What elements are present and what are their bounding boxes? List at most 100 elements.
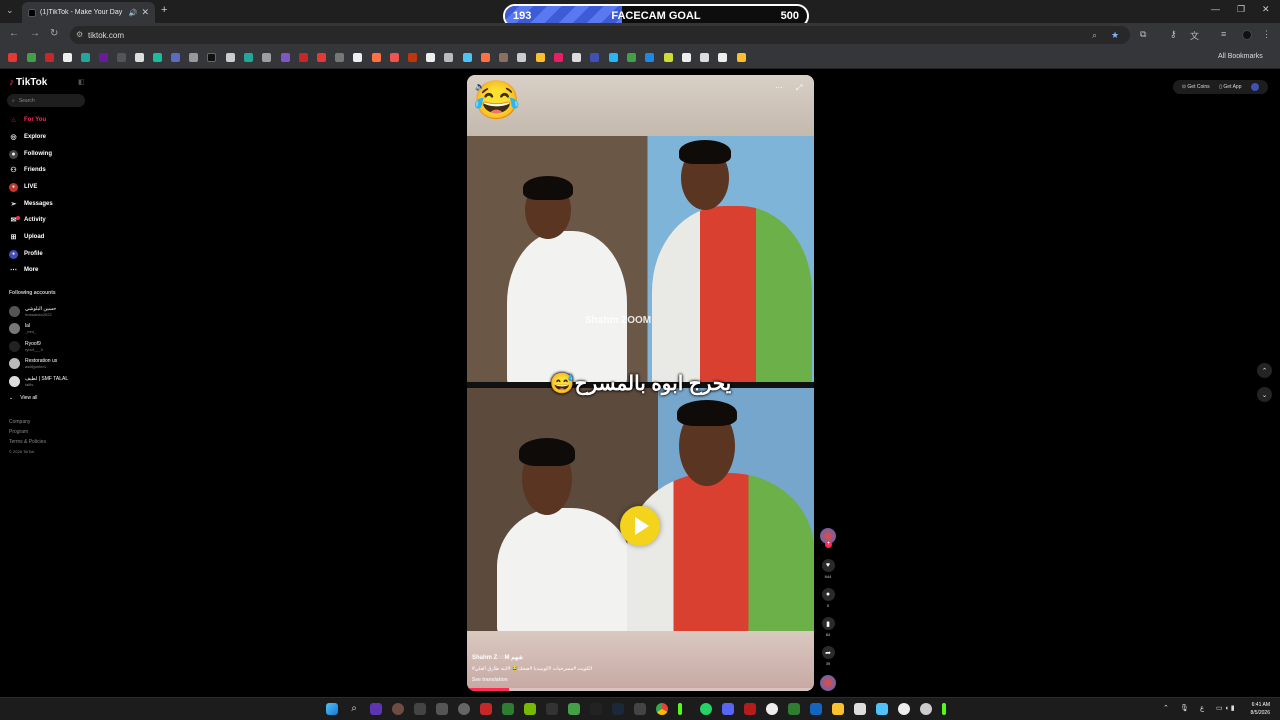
windows-start-icon[interactable] bbox=[326, 703, 338, 715]
bookmark-icon-13[interactable] bbox=[226, 53, 235, 62]
bookmark-icon-26[interactable] bbox=[463, 53, 472, 62]
bookmark-netflix-icon[interactable] bbox=[45, 53, 54, 62]
bookmark-icon-34[interactable] bbox=[609, 53, 618, 62]
bookmark-icon-7[interactable] bbox=[117, 53, 126, 62]
video-author[interactable]: Shahm Z◌◌M شهم bbox=[472, 654, 523, 661]
chrome-menu-icon[interactable]: ⋮ bbox=[1262, 29, 1271, 40]
search-input[interactable]: ⌕ Search bbox=[7, 94, 85, 107]
following-account[interactable]: lal _mnl_ bbox=[9, 321, 36, 335]
network-volume-battery-icon[interactable]: ▭ ◖ ▮ bbox=[1216, 704, 1235, 712]
following-account[interactable]: Restoration us asdfgunter1 bbox=[9, 356, 57, 370]
taskbar-app-icon[interactable] bbox=[876, 703, 888, 715]
following-account[interactable]: Ryoof9 ryoof___9 bbox=[9, 339, 43, 353]
reload-icon[interactable]: ↻ bbox=[50, 28, 58, 39]
xbox-icon[interactable] bbox=[568, 703, 580, 715]
bookmark-icon-18[interactable] bbox=[317, 53, 326, 62]
nav-upload[interactable]: ⊞ Upload bbox=[9, 231, 45, 243]
taskbar-app-icon[interactable] bbox=[898, 703, 910, 715]
steam-icon[interactable] bbox=[612, 703, 624, 715]
nav-more[interactable]: ⋯ More bbox=[9, 264, 38, 276]
view-all-link[interactable]: ⌄ View all bbox=[9, 395, 37, 401]
tray-chevron-up-icon[interactable]: ⌃ bbox=[1163, 704, 1169, 712]
kick-icon[interactable] bbox=[678, 703, 682, 715]
discord-icon[interactable] bbox=[722, 703, 734, 715]
bookmark-icon-38[interactable] bbox=[682, 53, 691, 62]
music-disc-icon[interactable] bbox=[820, 675, 836, 691]
taskbar-app-icon[interactable] bbox=[590, 703, 602, 715]
taskbar-app-icon[interactable] bbox=[546, 703, 558, 715]
collapse-sidebar-icon[interactable]: ◧ bbox=[78, 78, 85, 86]
bookmark-tiktok-icon[interactable] bbox=[207, 53, 216, 62]
share-action[interactable]: ➦ 39 bbox=[819, 646, 837, 666]
bookmark-icon-10[interactable] bbox=[171, 53, 180, 62]
taskbar-app-icon[interactable] bbox=[744, 703, 756, 715]
bookmark-icon-23[interactable] bbox=[408, 53, 417, 62]
password-key-icon[interactable]: ⚷ bbox=[1170, 29, 1177, 40]
like-action[interactable]: ♥ 644 bbox=[819, 559, 837, 579]
tab-close-icon[interactable]: ✕ bbox=[141, 7, 149, 18]
volume-icon[interactable]: 🔈 bbox=[475, 82, 485, 91]
taskbar-app-icon[interactable] bbox=[392, 703, 404, 715]
bookmark-icon-19[interactable] bbox=[335, 53, 344, 62]
bookmark-icon-29[interactable] bbox=[517, 53, 526, 62]
taskbar-app-icon[interactable] bbox=[788, 703, 800, 715]
bookmark-icon-40[interactable] bbox=[718, 53, 727, 62]
nav-explore[interactable]: ◎ Explore bbox=[9, 131, 46, 143]
site-info-icon[interactable]: ⚙ bbox=[76, 30, 83, 39]
bookmark-icon[interactable]: ▮ bbox=[821, 617, 835, 630]
taskbar-app-icon[interactable] bbox=[414, 703, 426, 715]
whatsapp-icon[interactable] bbox=[700, 703, 712, 715]
nav-friends[interactable]: ⚇ Friends bbox=[9, 164, 45, 176]
bookmark-youtube-icon[interactable] bbox=[8, 53, 17, 62]
speaker-icon[interactable]: 🔊 bbox=[129, 9, 138, 17]
bookmark-icon-14[interactable] bbox=[244, 53, 253, 62]
obs-icon[interactable] bbox=[766, 703, 778, 715]
taskbar-app-icon[interactable] bbox=[480, 703, 492, 715]
search-icon[interactable]: ⌕ bbox=[348, 703, 360, 715]
fullscreen-icon[interactable]: ⤢ bbox=[796, 83, 802, 93]
comment-icon[interactable]: ● bbox=[821, 588, 835, 601]
back-arrow-icon[interactable]: ← bbox=[9, 28, 19, 39]
nav-live[interactable]: ● LIVE bbox=[9, 181, 37, 193]
user-avatar-icon[interactable] bbox=[1251, 83, 1260, 91]
tab-tiktok[interactable]: (1)TikTok - Make Your Day 🔊 ✕ bbox=[22, 2, 155, 23]
next-video-button[interactable]: ⌄ bbox=[1257, 387, 1272, 402]
bookmark-x-icon[interactable] bbox=[135, 53, 144, 62]
play-button[interactable] bbox=[620, 506, 660, 546]
store-icon[interactable] bbox=[854, 703, 866, 715]
window-close-icon[interactable]: ✕ bbox=[1262, 4, 1270, 15]
nav-activity[interactable]: ✉ Activity bbox=[9, 214, 46, 226]
bookmark-icon-25[interactable] bbox=[444, 53, 453, 62]
extensions-icon[interactable]: ⧉ bbox=[1140, 29, 1146, 40]
save-action[interactable]: ▮ 84 bbox=[819, 617, 837, 637]
taskbar-app-icon[interactable] bbox=[810, 703, 822, 715]
media-control-icon[interactable]: ≡ bbox=[1221, 29, 1226, 39]
bookmark-twitch-icon[interactable] bbox=[99, 53, 108, 62]
footer-terms[interactable]: Terms & Policies bbox=[9, 439, 46, 445]
get-coins-button[interactable]: ⊙ Get Coins bbox=[1182, 84, 1210, 90]
bookmark-icon-4[interactable] bbox=[63, 53, 72, 62]
chatgpt-icon[interactable] bbox=[920, 703, 932, 715]
new-tab-button[interactable]: + bbox=[161, 4, 167, 16]
bookmark-icon-36[interactable] bbox=[645, 53, 654, 62]
follow-plus-icon[interactable]: + bbox=[825, 541, 832, 548]
video-player[interactable]: 😂 🔈 ⋯ ⤢ Shahm ZOOM يحرج ابوه بالمسرح😅 Sh… bbox=[467, 75, 814, 691]
heart-icon[interactable]: ♥ bbox=[821, 559, 835, 572]
taskbar-app-icon[interactable] bbox=[502, 703, 514, 715]
bookmark-icon-30[interactable] bbox=[536, 53, 545, 62]
address-bar[interactable]: ⚙ tiktok.com ⌕ ★ bbox=[70, 26, 1130, 44]
bookmark-icon-41[interactable] bbox=[737, 53, 746, 62]
bookmark-icon-5[interactable] bbox=[81, 53, 90, 62]
previous-video-button[interactable]: ⌃ bbox=[1257, 363, 1272, 378]
taskbar-app-icon[interactable] bbox=[436, 703, 448, 715]
comment-action[interactable]: ● 5 bbox=[819, 588, 837, 608]
forward-arrow-icon[interactable]: → bbox=[30, 28, 40, 39]
bookmark-kick-icon[interactable] bbox=[27, 53, 36, 62]
bookmark-icon-15[interactable] bbox=[262, 53, 271, 62]
nav-following[interactable]: ● Following bbox=[9, 148, 52, 160]
following-account[interactable]: حسين البلوشي hussainxx2022 bbox=[9, 304, 56, 318]
bookmark-icon-21[interactable] bbox=[372, 53, 381, 62]
taskbar-app-icon[interactable] bbox=[524, 703, 536, 715]
bookmark-icon-22[interactable] bbox=[390, 53, 399, 62]
bookmark-icon-35[interactable] bbox=[627, 53, 636, 62]
